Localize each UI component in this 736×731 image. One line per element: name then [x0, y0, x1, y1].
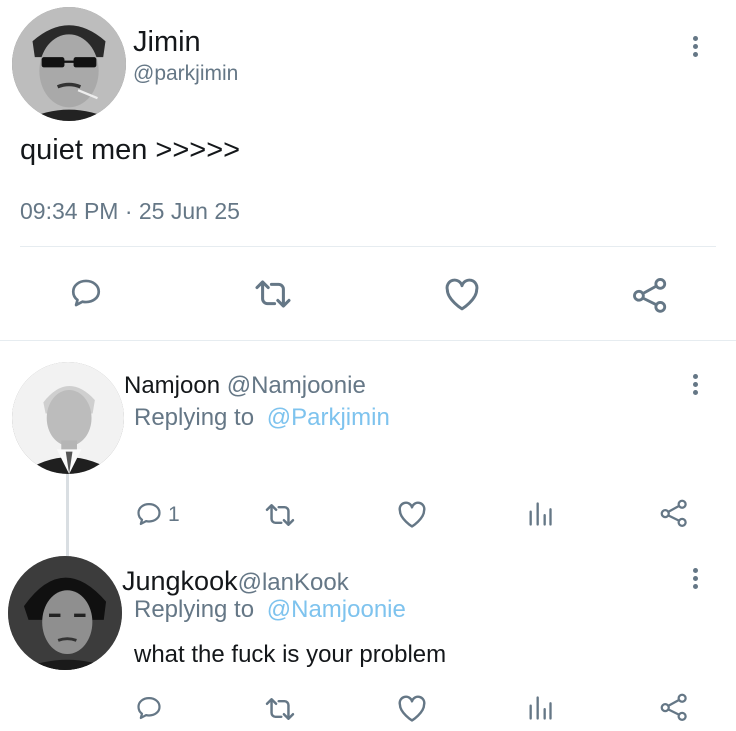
reply-icon[interactable]: [134, 500, 164, 528]
replying-to-link[interactable]: @Parkjimin: [267, 404, 390, 431]
like-icon[interactable]: [396, 501, 428, 529]
replying-to-label: Replying to: [134, 596, 255, 623]
avatar-image: [12, 7, 126, 121]
reply-text: what the fuck is your problem: [134, 641, 447, 668]
reply-icon[interactable]: [68, 276, 104, 310]
avatar-image: [12, 362, 124, 474]
retweet-icon[interactable]: [253, 278, 293, 310]
tweet-text: quiet men >>>>>: [20, 134, 241, 166]
author-handle[interactable]: @Namjoonie: [227, 372, 366, 399]
reply-count: 1: [168, 503, 180, 526]
more-options-icon[interactable]: [692, 374, 700, 398]
avatar-jimin[interactable]: [12, 7, 126, 121]
author-name[interactable]: Jimin: [133, 26, 201, 59]
more-options-icon[interactable]: [692, 568, 700, 592]
reply-header: Jungkook@lanKook: [122, 566, 349, 597]
reply-icon[interactable]: [134, 694, 164, 722]
analytics-icon[interactable]: [526, 694, 554, 722]
more-options-icon[interactable]: [692, 36, 700, 60]
analytics-icon[interactable]: [526, 500, 554, 528]
divider: [0, 340, 736, 341]
avatar-jungkook[interactable]: [8, 556, 122, 670]
author-name[interactable]: Jungkook: [122, 566, 238, 596]
replying-to: Replying to @Parkjimin: [134, 404, 390, 432]
author-handle[interactable]: @parkjimin: [133, 62, 238, 86]
share-icon[interactable]: [630, 276, 670, 314]
like-icon[interactable]: [396, 695, 428, 723]
share-icon[interactable]: [658, 498, 690, 528]
thread-line: [66, 474, 69, 556]
retweet-icon[interactable]: [263, 696, 297, 722]
replying-to: Replying to @Namjoonie: [134, 596, 406, 624]
share-icon[interactable]: [658, 692, 690, 722]
retweet-icon[interactable]: [263, 502, 297, 528]
replying-to-link[interactable]: @Namjoonie: [267, 596, 406, 623]
tweet-timestamp: 09:34 PM · 25 Jun 25: [20, 198, 240, 224]
avatar-image: [8, 556, 122, 670]
reply-header: Namjoon @Namjoonie: [124, 372, 366, 400]
avatar-namjoon[interactable]: [12, 362, 124, 474]
author-handle[interactable]: @lanKook: [238, 569, 349, 596]
like-icon[interactable]: [443, 278, 481, 312]
replying-to-label: Replying to: [134, 404, 255, 431]
divider: [20, 246, 716, 247]
author-name[interactable]: Namjoon: [124, 372, 220, 399]
